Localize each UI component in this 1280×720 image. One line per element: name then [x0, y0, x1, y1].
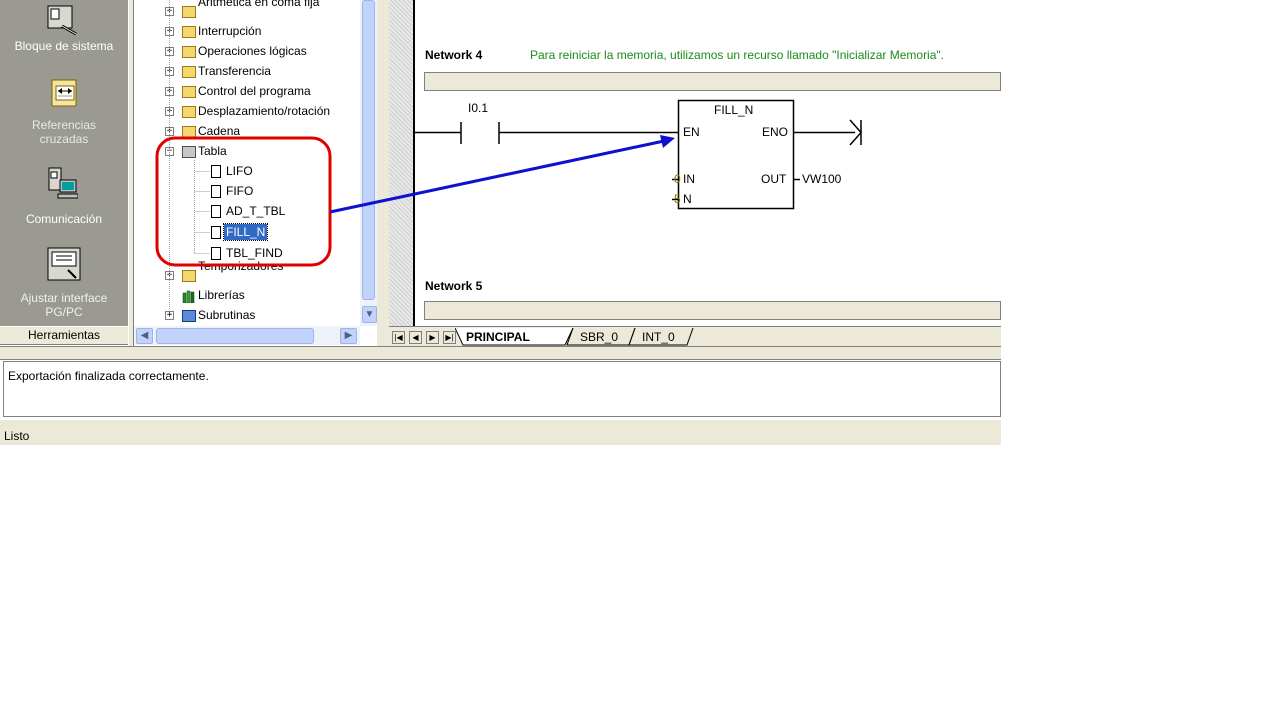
annotation-overlay — [155, 135, 675, 267]
annotation-arrow — [329, 139, 665, 214]
highlight-circle — [155, 136, 332, 267]
arrow-head-icon — [660, 135, 675, 148]
